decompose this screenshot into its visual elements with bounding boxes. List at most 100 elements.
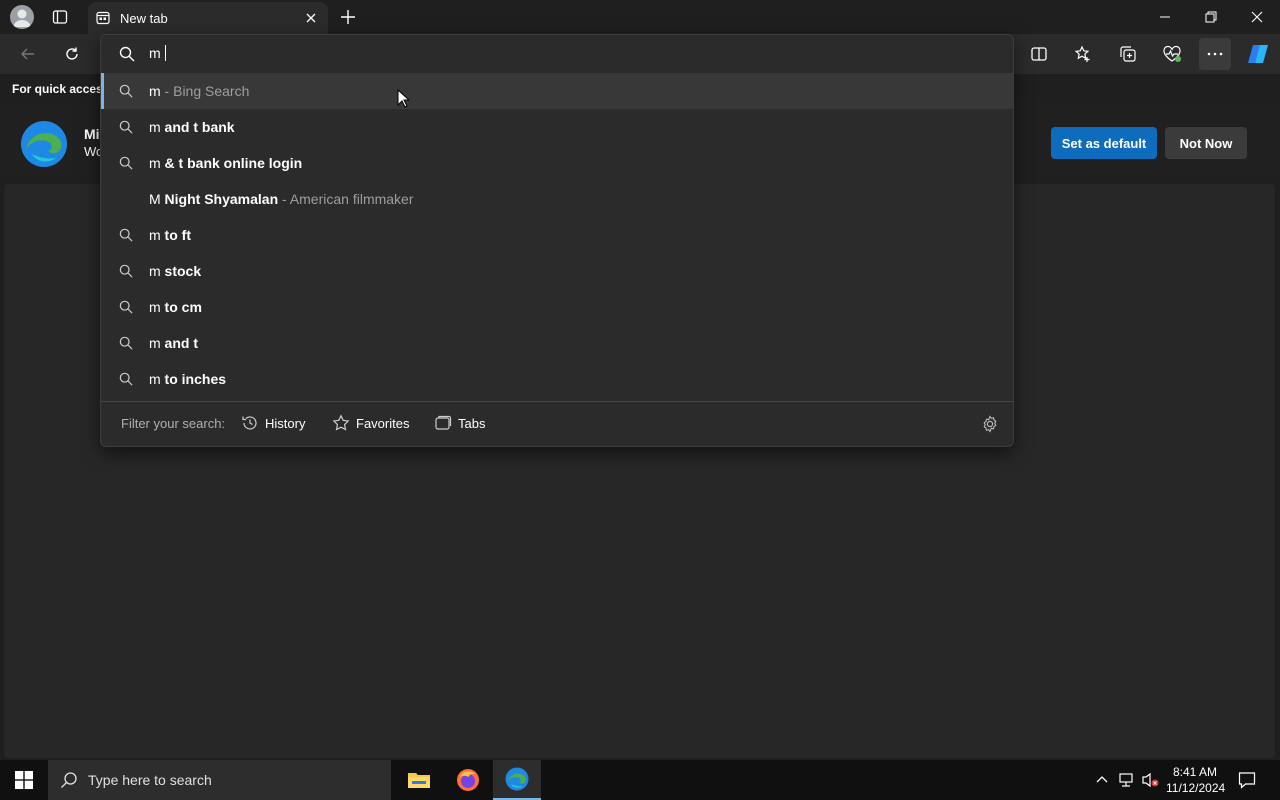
suggestion-completion: and t bank (160, 119, 235, 135)
filter-favorites-button[interactable]: Favorites (332, 414, 409, 432)
chevron-up-icon[interactable] (1094, 772, 1110, 788)
filter-history-button[interactable]: History (241, 414, 305, 432)
quick-access-text: For quick access (12, 82, 110, 96)
search-icon (119, 46, 135, 62)
banner-title: Mi (84, 126, 100, 142)
suggestion-prefix: m (149, 335, 161, 351)
suggestion-completion: to cm (160, 299, 202, 315)
search-icon (119, 336, 133, 350)
suggestion-completion: & t bank online login (160, 155, 303, 171)
tabs-icon (435, 415, 452, 430)
minimize-icon[interactable] (1142, 0, 1188, 34)
taskbar-clock[interactable]: 8:41 AM 11/12/2024 (1166, 764, 1226, 796)
settings-icon[interactable] (981, 415, 999, 433)
not-now-button[interactable]: Not Now (1165, 127, 1247, 159)
search-icon (119, 372, 133, 386)
taskbar: Type here to search 8:41 AM 11/12/2024 (0, 760, 1280, 800)
suggestion-item[interactable]: M Night Shyamalan - American filmmaker (101, 181, 1013, 217)
suggestion-text: m to ft (149, 227, 191, 243)
tab-actions-icon[interactable] (48, 5, 72, 29)
suggestion-completion: to inches (160, 371, 227, 387)
refresh-icon[interactable] (56, 38, 88, 70)
copilot-icon[interactable] (1242, 38, 1274, 70)
suggestion-prefix: m (149, 83, 161, 99)
suggestion-text: m stock (149, 263, 201, 279)
performance-icon[interactable] (1156, 38, 1188, 70)
filter-row: Filter your search: History Favorites Ta… (101, 401, 1013, 446)
suggestion-prefix: M (149, 191, 161, 207)
edge-taskbar-icon[interactable] (493, 760, 541, 800)
text-cursor (164, 45, 166, 61)
suggestion-item[interactable]: m stock (101, 253, 1013, 289)
suggestion-completion: Night Shyamalan (160, 191, 279, 207)
taskbar-search-icon (60, 771, 78, 789)
suggestion-item[interactable]: m - Bing Search (101, 73, 1013, 109)
filter-favorites-label: Favorites (356, 415, 410, 431)
suggestion-item[interactable]: m and t bank (101, 109, 1013, 145)
address-bar-input[interactable]: m (149, 45, 166, 61)
mouse-cursor-icon (397, 89, 409, 109)
suggestion-completion: stock (160, 263, 202, 279)
suggestion-item[interactable]: m to cm (101, 289, 1013, 325)
network-icon[interactable] (1118, 772, 1136, 788)
suggestion-prefix: m (149, 227, 161, 243)
taskbar-search-box[interactable]: Type here to search (48, 760, 391, 800)
split-screen-icon[interactable] (1023, 38, 1055, 70)
volume-muted-icon[interactable] (1142, 772, 1160, 788)
restore-icon[interactable] (1188, 0, 1234, 34)
taskbar-search-placeholder: Type here to search (88, 772, 212, 788)
search-icon (119, 264, 133, 278)
tab-new-tab[interactable]: New tab (88, 2, 328, 34)
suggestion-text: m and t bank (149, 119, 235, 135)
suggestion-description: - American filmmaker (278, 191, 414, 207)
suggestion-item[interactable]: m to ft (101, 217, 1013, 253)
suggestion-text: m & t bank online login (149, 155, 302, 171)
filter-label: Filter your search: (121, 416, 226, 431)
new-tab-icon[interactable] (338, 7, 358, 27)
suggestion-completion: and t (160, 335, 199, 351)
file-explorer-icon[interactable] (395, 760, 443, 800)
close-tab-icon[interactable] (304, 11, 318, 25)
search-icon (119, 84, 133, 98)
windows-start-icon[interactable] (0, 760, 48, 800)
search-icon (119, 156, 133, 170)
address-bar-value: m (149, 45, 161, 61)
suggestion-description: - Bing Search (160, 83, 250, 99)
address-bar[interactable]: m (101, 35, 1013, 73)
favorites-icon[interactable] (1067, 38, 1099, 70)
suggestion-item[interactable]: m and t (101, 325, 1013, 361)
suggestion-item[interactable]: m & t bank online login (101, 145, 1013, 181)
suggestion-prefix: m (149, 371, 161, 387)
back-icon[interactable] (12, 38, 44, 70)
suggestion-text: m and t (149, 335, 198, 351)
filter-history-label: History (265, 415, 306, 431)
edge-logo-icon (20, 120, 68, 168)
search-icon (119, 228, 133, 242)
taskbar-date: 11/12/2024 (1166, 781, 1226, 795)
filter-tabs-button[interactable]: Tabs (434, 414, 485, 432)
search-icon (119, 300, 133, 314)
suggestion-prefix: m (149, 263, 161, 279)
tab-title: New tab (120, 11, 168, 26)
tab-page-icon (96, 11, 110, 25)
filter-tabs-label: Tabs (458, 415, 486, 431)
notification-icon[interactable] (1238, 771, 1256, 789)
profile-icon[interactable] (10, 5, 34, 29)
suggestion-prefix: m (149, 119, 161, 135)
suggestion-item[interactable]: m to inches (101, 361, 1013, 397)
suggestion-prefix: m (149, 155, 161, 171)
suggestion-text: m - Bing Search (149, 83, 249, 99)
more-icon[interactable] (1199, 38, 1231, 70)
suggestion-completion: to ft (160, 227, 191, 243)
suggestion-text: M Night Shyamalan - American filmmaker (149, 191, 414, 207)
set-as-default-button[interactable]: Set as default (1051, 127, 1157, 159)
suggestion-text: m to inches (149, 371, 226, 387)
address-bar-dropdown: m m - Bing Search m and t bank m & t bank … (100, 34, 1014, 447)
taskbar-time: 8:41 AM (1172, 765, 1218, 779)
collections-icon[interactable] (1112, 38, 1144, 70)
star-icon (332, 414, 350, 431)
firefox-icon[interactable] (444, 760, 492, 800)
close-window-icon[interactable] (1234, 0, 1280, 34)
history-icon (242, 416, 257, 430)
suggestion-text: m to cm (149, 299, 202, 315)
